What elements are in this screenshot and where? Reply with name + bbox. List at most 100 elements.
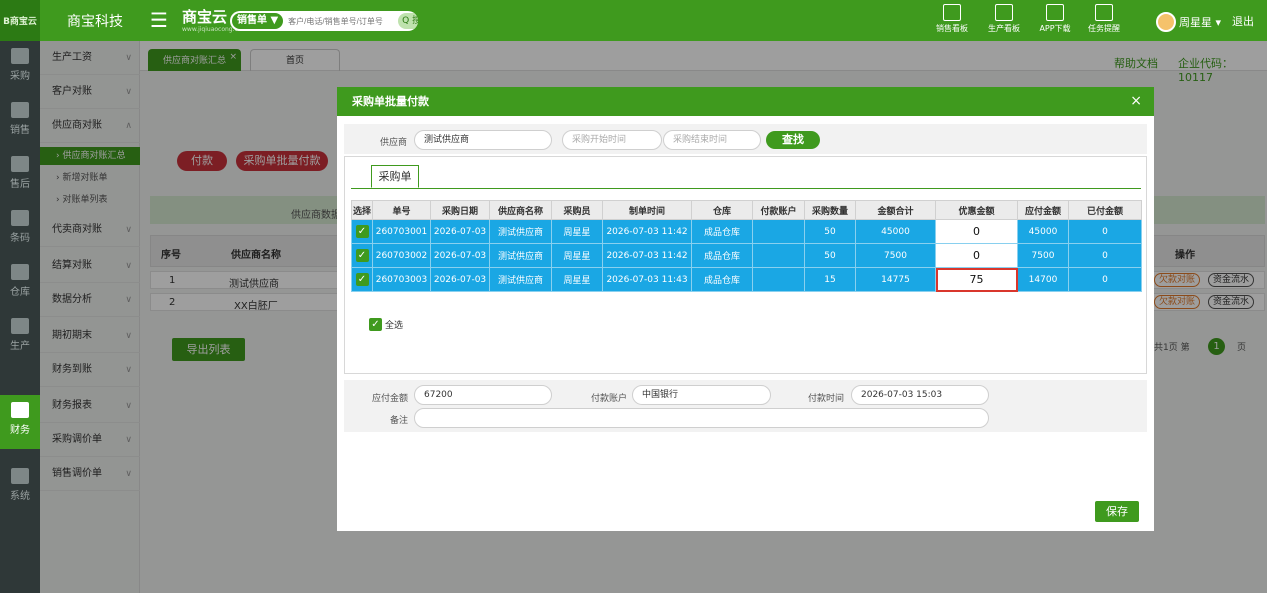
cell-paid: 0 — [1068, 267, 1142, 292]
th-account: 付款账户 — [752, 200, 805, 220]
cell-total: 45000 — [855, 219, 936, 244]
row-select-cell[interactable]: ✓ — [351, 267, 373, 292]
cell-qty: 15 — [804, 267, 856, 292]
th-buyer: 采购员 — [551, 200, 603, 220]
cell-paid: 0 — [1068, 243, 1142, 268]
qrcode-icon — [1046, 4, 1064, 21]
menu-toggle-icon[interactable]: ☰ — [150, 10, 168, 30]
global-search: 销售单 ▼ Q 搜索 — [230, 11, 418, 31]
account-field[interactable]: 中国银行 — [632, 385, 771, 405]
table-row[interactable]: ✓ 260703003 2026-07-03 测试供应商 周星星 2026-07… — [351, 267, 1142, 292]
warehouse-icon — [11, 264, 29, 280]
tool-production-board[interactable]: 生产看板 — [981, 4, 1027, 34]
app-logo[interactable]: B商宝云 — [0, 0, 40, 41]
cell-qty: 50 — [804, 219, 856, 244]
company-name: 商宝科技 — [67, 14, 123, 30]
cell-warehouse: 成品仓库 — [691, 267, 753, 292]
cell-warehouse: 成品仓库 — [691, 243, 753, 268]
dialog-title: 采购单批量付款 — [352, 95, 429, 108]
rail-item-finance[interactable]: 财务 — [0, 395, 40, 449]
cell-payable: 14700 — [1017, 267, 1069, 292]
checkbox-checked-icon[interactable]: ✓ — [355, 249, 369, 262]
cell-account — [752, 219, 805, 244]
rail-label: 生产 — [10, 341, 30, 352]
logout-link[interactable]: 退出 — [1232, 13, 1254, 29]
th-qty: 采购数量 — [804, 200, 856, 220]
checkbox-checked-icon[interactable]: ✓ — [355, 225, 369, 238]
th-warehouse: 仓库 — [691, 200, 753, 220]
rail-label: 销售 — [10, 125, 30, 136]
tool-sales-board[interactable]: 销售看板 — [929, 4, 975, 34]
supplier-field[interactable]: 测试供应商 — [414, 130, 552, 150]
search-button[interactable]: Q 搜索 — [398, 13, 418, 29]
tool-label: 销售看板 — [936, 24, 968, 33]
account-label: 付款账户 — [591, 394, 628, 404]
avatar — [1156, 12, 1176, 32]
cell-date: 2026-07-03 — [430, 267, 490, 292]
rail-label: 系统 — [10, 491, 30, 502]
end-date-field[interactable]: 采购结束时间 — [663, 130, 761, 150]
cell-created: 2026-07-03 11:43 — [602, 267, 692, 292]
rail-item-warehouse[interactable]: 仓库 — [0, 257, 40, 311]
row-select-cell[interactable]: ✓ — [351, 219, 373, 244]
sales-chart-icon — [943, 4, 961, 21]
find-button[interactable]: 查找 — [766, 131, 820, 149]
select-all[interactable]: ✓ 全选 — [369, 318, 403, 331]
rail-item-barcode[interactable]: 条码 — [0, 203, 40, 257]
close-icon[interactable]: × — [1130, 87, 1142, 116]
remark-field[interactable] — [414, 408, 989, 428]
cell-warehouse: 成品仓库 — [691, 219, 753, 244]
purchase-order-table: 选择 单号 采购日期 供应商名称 采购员 制单时间 仓库 付款账户 采购数量 金… — [351, 200, 1142, 292]
search-input[interactable] — [283, 16, 399, 26]
cell-supplier: 测试供应商 — [489, 219, 552, 244]
cell-order-no: 260703003 — [372, 267, 431, 292]
cell-supplier: 测试供应商 — [489, 243, 552, 268]
flag-icon — [1095, 4, 1113, 21]
cell-date: 2026-07-03 — [430, 219, 490, 244]
cell-buyer: 周星星 — [551, 267, 603, 292]
user-menu[interactable]: 周星星 ▾ — [1156, 12, 1221, 32]
tool-task-reminder[interactable]: 任务提醒 — [1081, 4, 1127, 34]
cell-account — [752, 267, 805, 292]
rail-item-aftersales[interactable]: 售后 — [0, 149, 40, 203]
payable-field[interactable]: 67200 — [414, 385, 552, 405]
top-bar: B商宝云 商宝科技 ☰ 商宝云 www.jiqiuaocong.cn 销售单 ▼… — [0, 0, 1267, 41]
cell-account — [752, 243, 805, 268]
rail-label: 采购 — [10, 71, 30, 82]
discount-input[interactable]: 0 — [935, 219, 1018, 244]
tool-app-download[interactable]: APP下载 — [1032, 4, 1078, 34]
rail-item-sales[interactable]: 销售 — [0, 95, 40, 149]
tab-underline — [351, 188, 1141, 189]
rail-label: 仓库 — [10, 287, 30, 298]
checkbox-checked-icon[interactable]: ✓ — [355, 273, 369, 286]
rail-item-purchase[interactable]: 采购 — [0, 41, 40, 95]
th-purchase-date: 采购日期 — [430, 200, 490, 220]
discount-input-focused[interactable]: 75 — [935, 267, 1018, 292]
module-rail: 采购 销售 售后 条码 仓库 生产 财务 系统 — [0, 41, 40, 593]
search-type-select[interactable]: 销售单 ▼ — [232, 13, 284, 29]
table-row[interactable]: ✓ 260703001 2026-07-03 测试供应商 周星星 2026-07… — [351, 219, 1142, 244]
checkbox-checked-icon[interactable]: ✓ — [369, 318, 382, 331]
production-chart-icon — [995, 4, 1013, 21]
th-paid: 已付金额 — [1068, 200, 1142, 220]
tab-purchase-orders[interactable]: 采购单 — [371, 165, 419, 188]
row-select-cell[interactable]: ✓ — [351, 243, 373, 268]
cell-buyer: 周星星 — [551, 219, 603, 244]
rail-item-production[interactable]: 生产 — [0, 311, 40, 365]
cell-payable: 45000 — [1017, 219, 1069, 244]
rail-item-system[interactable]: 系统 — [0, 461, 40, 515]
gear-icon — [11, 468, 29, 484]
cell-total: 14775 — [855, 267, 936, 292]
payable-label: 应付金额 — [372, 394, 409, 404]
cart-icon — [11, 48, 29, 64]
cell-created: 2026-07-03 11:42 — [602, 219, 692, 244]
discount-input[interactable]: 0 — [935, 243, 1018, 268]
table-row[interactable]: ✓ 260703002 2026-07-03 测试供应商 周星星 2026-07… — [351, 243, 1142, 268]
barcode-icon — [11, 210, 29, 226]
start-date-field[interactable]: 采购开始时间 — [562, 130, 662, 150]
pay-time-field[interactable]: 2026-07-03 15:03 — [851, 385, 989, 405]
user-name: 周星星 ▾ — [1179, 16, 1222, 29]
rail-label: 售后 — [10, 179, 30, 190]
save-button[interactable]: 保存 — [1095, 501, 1139, 522]
th-select: 选择 — [351, 200, 373, 220]
